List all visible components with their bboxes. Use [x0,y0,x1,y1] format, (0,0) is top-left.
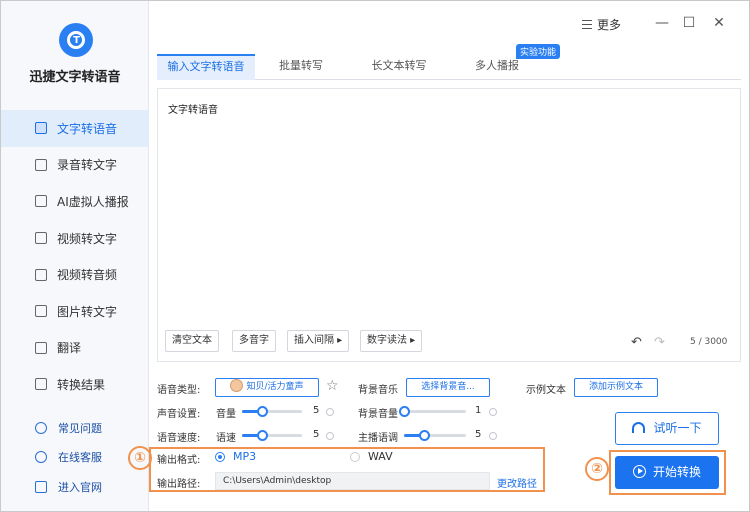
redo-icon[interactable]: ↷ [654,335,665,350]
play-icon [632,464,646,478]
tab-input-text[interactable]: 输入文字转语音 [157,54,255,80]
reset-bg-volume-icon[interactable] [489,408,497,416]
avatar [230,379,244,392]
image-text-icon [35,305,47,318]
pitch-slider[interactable] [404,430,466,441]
video-audio-icon [35,268,47,281]
pitch-value: 5 [475,429,482,440]
slider-knob[interactable] [256,406,268,417]
slider-knob[interactable] [256,430,268,441]
sidebar-item-video-to-audio[interactable]: 视频转音频 [1,256,149,293]
volume-value: 5 [313,405,320,416]
insert-pause-button[interactable]: 插入间隔 ▸ [287,330,350,352]
minimize-button[interactable]: — [654,15,670,31]
reset-volume-icon[interactable] [326,408,334,416]
ai-avatar-icon [35,195,47,208]
sound-settings-label: 声音设置: [157,409,201,420]
results-icon [35,378,47,391]
video-text-icon [35,232,47,245]
bg-volume-label: 背景音量 [358,409,398,420]
number-reading-button[interactable]: 数字读法 ▸ [360,330,423,352]
output-format-label: 输出格式: [157,455,201,466]
sidebar-item-video-to-text[interactable]: 视频转文字 [1,220,149,257]
format-wav-label[interactable]: WAV [368,450,393,463]
polyphone-button[interactable]: 多音字 [232,330,276,352]
volume-label: 音量 [216,409,236,420]
headset-icon [35,451,47,464]
bg-volume-slider[interactable] [399,406,466,417]
close-button[interactable]: ✕ [711,15,727,31]
official-site-link[interactable]: 进入官网 [1,472,149,502]
sidebar-item-results[interactable]: 转换结果 [1,366,149,403]
tab-batch[interactable]: 批量转写 [263,54,339,80]
format-wav-radio[interactable] [350,452,360,462]
sidebar-bottom-links: 常见问题 在线客服 进入官网 [1,413,149,502]
sidebar-item-translate[interactable]: 翻译 [1,330,149,367]
title-bar: 更多 — ☐ ✕ [150,0,749,48]
faq-link[interactable]: 常见问题 [1,413,149,443]
sidebar-item-text-to-speech[interactable]: 文字转语音 [1,110,149,147]
app-logo-icon: T [59,23,93,57]
sidebar-item-ai-presenter[interactable]: AI虚拟人播报 [1,183,149,220]
sidebar-nav: 文字转语音 录音转文字 AI虚拟人播报 视频转文字 视频转音频 图片转文字 翻译… [1,110,149,403]
editor-content[interactable]: 文字转语音 [168,101,218,116]
app-title: 迅捷文字转语音 [29,70,121,85]
monitor-icon [35,480,47,493]
clear-text-button[interactable]: 清空文本 [165,330,219,352]
online-support-link[interactable]: 在线客服 [1,443,149,473]
maximize-button[interactable]: ☐ [681,15,697,31]
format-mp3-radio[interactable] [215,452,225,462]
text-speech-icon [35,122,47,135]
bg-volume-value: 1 [475,405,482,416]
more-menu-button[interactable]: 更多 [582,16,621,33]
undo-icon[interactable]: ↶ [631,335,642,350]
voice-type-label: 语音类型: [157,385,201,396]
change-path-link[interactable]: 更改路径 [497,475,537,490]
slider-knob[interactable] [399,406,410,417]
question-icon [35,421,47,434]
favorite-star-icon[interactable]: ☆ [326,378,339,394]
char-count: 5 / 3000 [690,337,728,347]
sidebar: T 迅捷文字转语音 文字转语音 录音转文字 AI虚拟人播报 视频转文字 视频转音… [1,1,149,511]
sample-text-label: 示例文本 [526,385,566,396]
output-path-field[interactable]: C:\Users\Admin\desktop [215,472,490,490]
voice-select-button[interactable]: 知贝/活力童声 [215,378,319,397]
experimental-badge: 实验功能 [516,44,561,59]
tab-long-text[interactable]: 长文本转写 [357,54,441,80]
mode-tabs: 输入文字转语音 批量转写 长文本转写 多人播报 [157,54,741,80]
translate-icon [35,341,47,354]
sidebar-item-record-to-text[interactable]: 录音转文字 [1,147,149,184]
speed-slider[interactable] [242,430,302,441]
menu-icon [582,20,592,29]
add-sample-text-button[interactable]: 添加示例文本 [574,378,658,397]
step-2-marker: ② [585,457,609,481]
preview-listen-button[interactable]: 试听一下 [615,412,719,445]
pitch-label: 主播语调 [358,433,398,444]
speed-label: 语音速度: [157,433,201,444]
reset-pitch-icon[interactable] [489,432,497,440]
text-editor[interactable]: 文字转语音 [157,88,741,362]
speed-value: 5 [313,429,320,440]
start-convert-button[interactable]: 开始转换 [615,456,719,489]
sidebar-item-image-to-text[interactable]: 图片转文字 [1,293,149,330]
volume-slider[interactable] [242,406,302,417]
format-mp3-label[interactable]: MP3 [233,450,256,463]
choose-bg-music-button[interactable]: 选择背景音... [406,378,490,397]
recording-icon [35,158,47,171]
speed-sub-label: 语速 [216,433,236,444]
reset-speed-icon[interactable] [326,432,334,440]
output-path-label: 输出路径: [157,479,201,490]
bg-music-label: 背景音乐 [358,385,398,396]
headphones-icon [632,421,646,433]
